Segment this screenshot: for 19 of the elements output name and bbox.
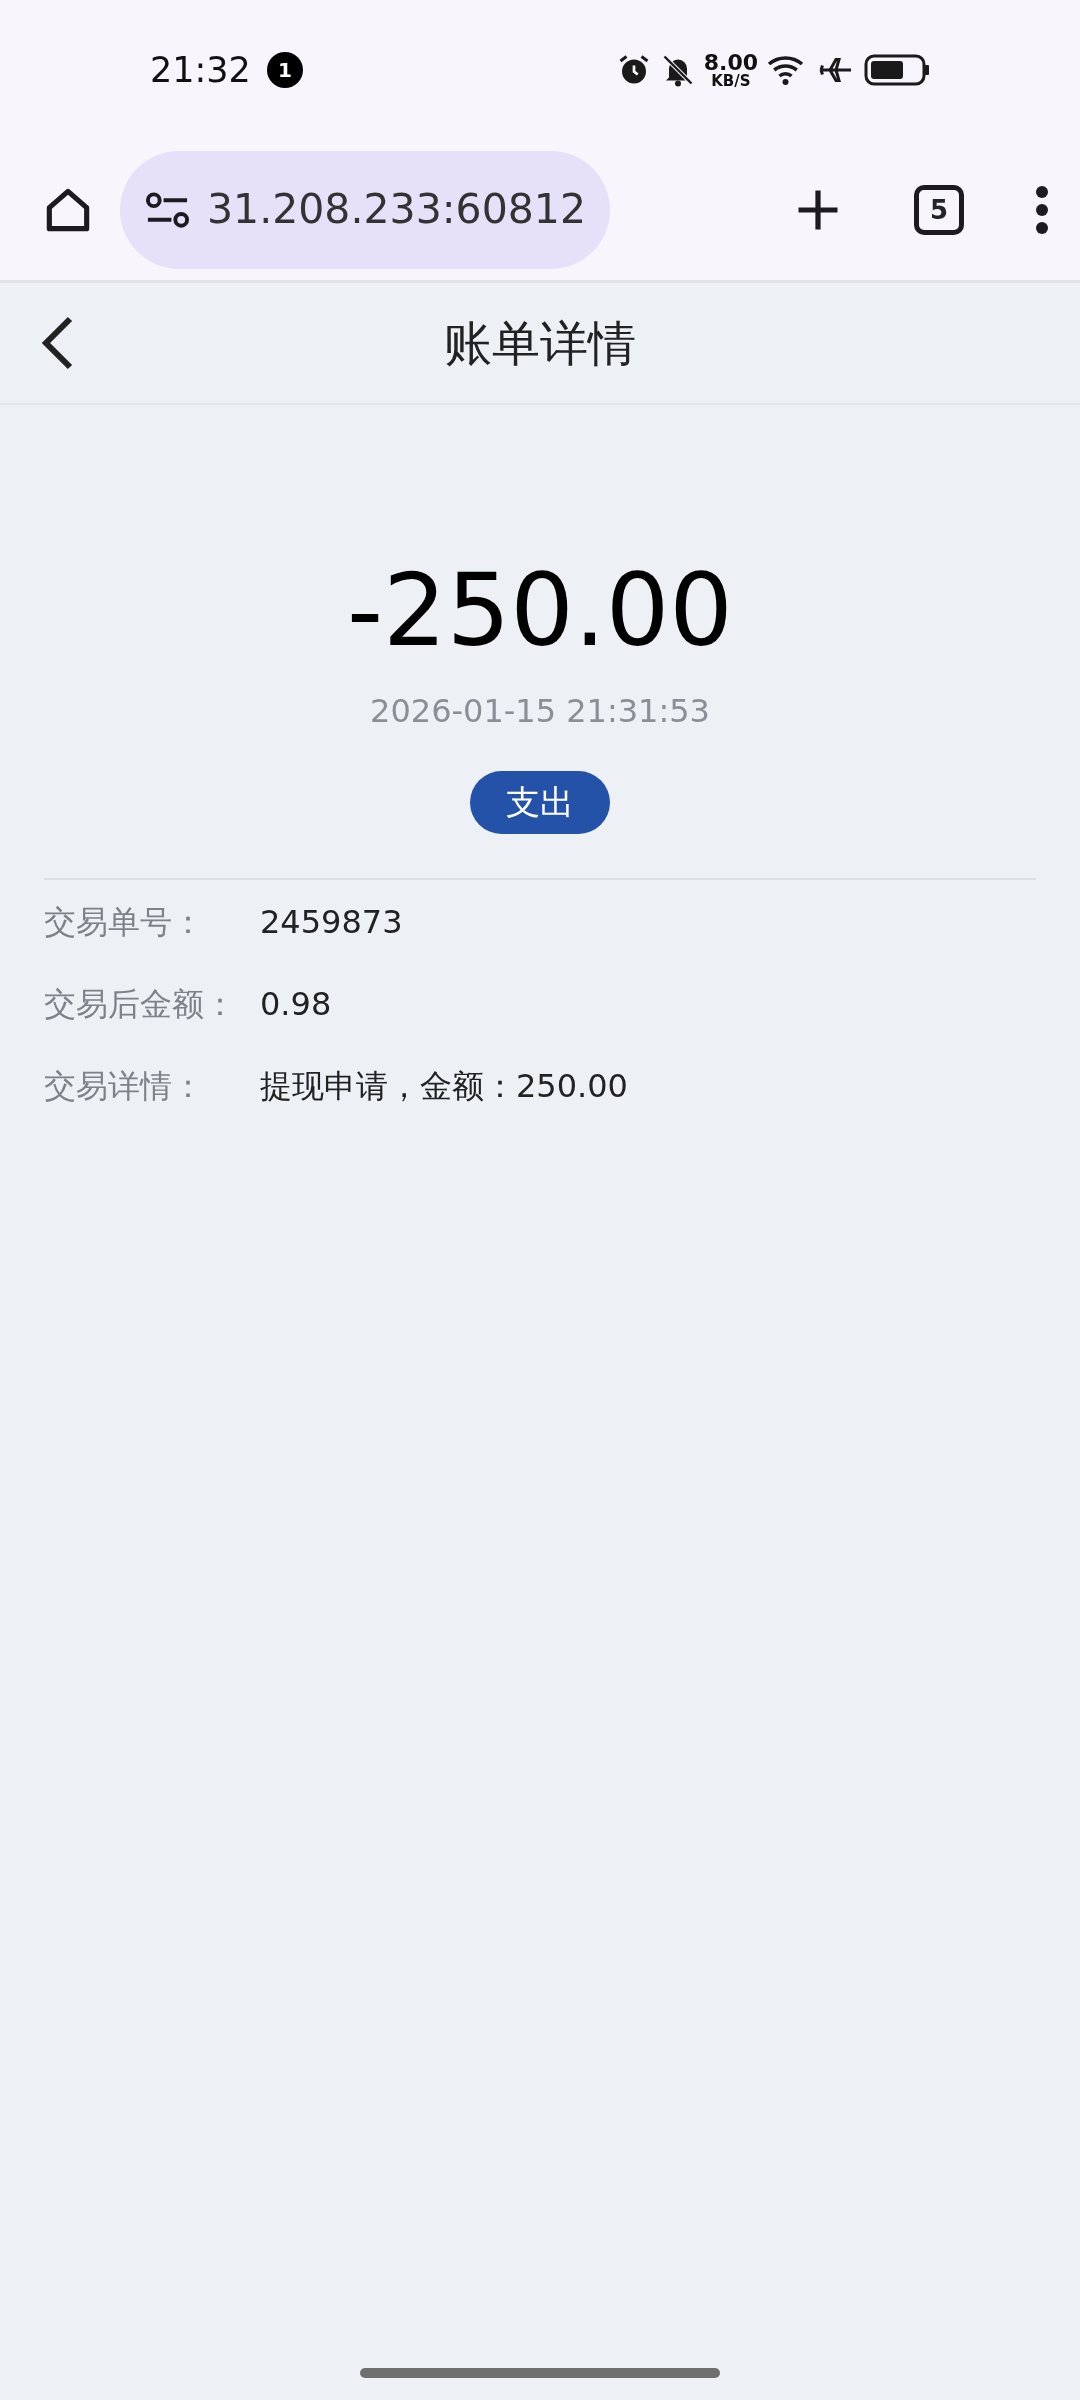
detail-label: 交易详情： (44, 1066, 205, 1107)
type-tag: 支出 (470, 771, 610, 834)
tab-count[interactable]: 5 (914, 185, 964, 235)
page-title: 账单详情 (444, 314, 636, 373)
network-speed: 8.00 (703, 51, 758, 74)
amount: -250.00 (347, 561, 733, 661)
transaction-time: 2026-01-15 21:31:53 (370, 691, 710, 732)
battery-icon (864, 54, 930, 86)
address-bar[interactable]: 31.208.233:60812 (120, 151, 610, 269)
speed-unit: KB/S (710, 73, 752, 89)
clock-time: 21:32 (150, 48, 251, 92)
detail-value: 提现申请，金额：250.00 (260, 1066, 628, 1107)
detail-value: 2459873 (260, 902, 403, 943)
menu-icon[interactable] (1034, 184, 1050, 236)
detail-label: 交易后金额： (44, 984, 237, 1025)
detail-label: 交易单号： (44, 902, 205, 943)
site-settings-icon[interactable] (144, 190, 191, 230)
notification-badge: 1 (266, 52, 303, 88)
detail-value: 0.98 (260, 984, 332, 1025)
